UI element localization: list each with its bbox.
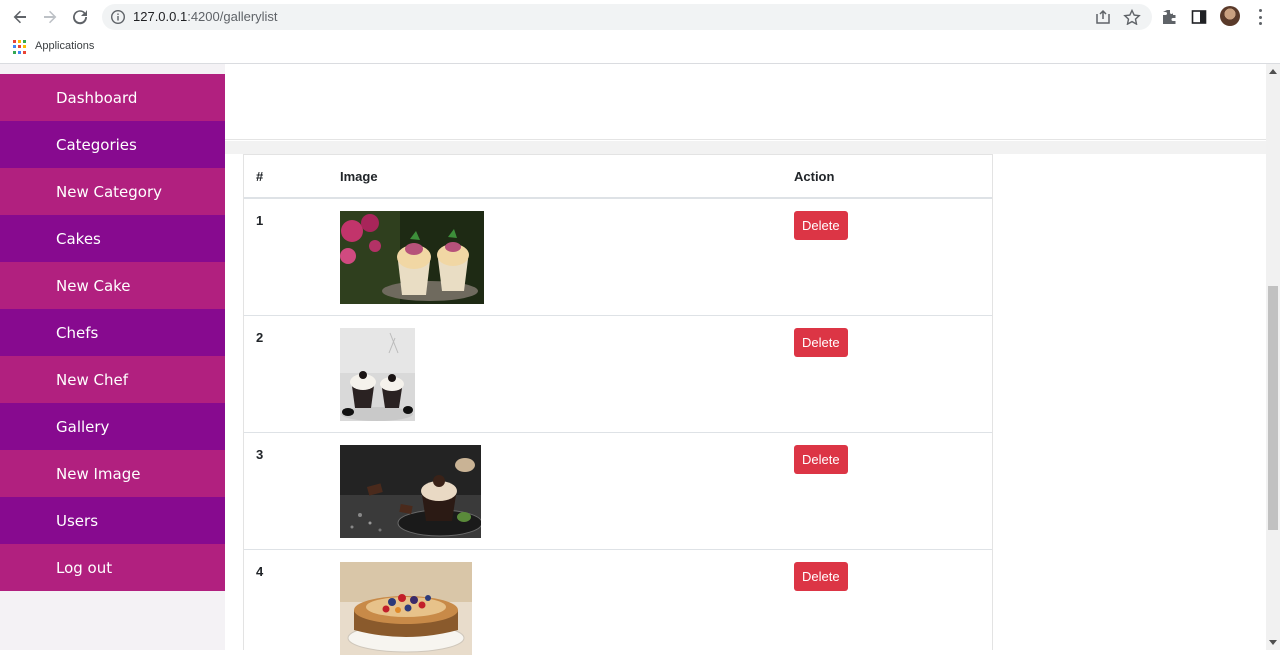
- page-scrollbar[interactable]: [1266, 64, 1280, 650]
- row-action-cell: Delete: [782, 548, 992, 666]
- section-divider: [225, 141, 1266, 154]
- delete-button[interactable]: Delete: [794, 444, 848, 474]
- gallery-image-chocolate-cupcakes-white: [340, 327, 415, 421]
- sidebar-item-users[interactable]: Users: [0, 497, 225, 544]
- sidebar-item-log-out[interactable]: Log out: [0, 544, 225, 591]
- gallery-image-chocolate-cupcake-dark: [340, 444, 481, 538]
- back-icon[interactable]: [8, 6, 32, 28]
- url-path: :4200/gallerylist: [187, 9, 278, 24]
- delete-button[interactable]: Delete: [794, 211, 848, 240]
- bookmarks-bar: Applications: [0, 36, 1280, 58]
- profile-avatar[interactable]: [1220, 6, 1240, 26]
- delete-button[interactable]: Delete: [794, 561, 848, 591]
- browser-chrome: 127.0.0.1:4200/gallerylist Applications: [0, 0, 1280, 64]
- forward-icon[interactable]: [38, 6, 62, 28]
- table-row: 2 Delete: [244, 314, 992, 432]
- table-row: 4 Delete: [244, 548, 992, 666]
- url-text: 127.0.0.1:4200/gallerylist: [133, 9, 278, 24]
- table-row: 1 Delete: [244, 197, 992, 315]
- sidebar-item-categories[interactable]: Categories: [0, 121, 225, 168]
- sidebar-item-new-category[interactable]: New Category: [0, 168, 225, 215]
- row-number: 1: [244, 197, 328, 315]
- column-header-number: #: [244, 155, 328, 199]
- gallery-image-berry-pancake-cake: [340, 561, 472, 655]
- sidebar-item-dashboard[interactable]: Dashboard: [0, 74, 225, 121]
- row-image-cell: [328, 431, 782, 549]
- row-action-cell: Delete: [782, 314, 992, 432]
- info-icon[interactable]: [110, 9, 126, 25]
- sidebar-item-new-image[interactable]: New Image: [0, 450, 225, 497]
- browser-menu-icon[interactable]: [1253, 8, 1267, 26]
- address-bar[interactable]: 127.0.0.1:4200/gallerylist: [102, 4, 1152, 30]
- column-header-action: Action: [782, 155, 992, 199]
- sidebar-item-new-cake[interactable]: New Cake: [0, 262, 225, 309]
- scrollbar-thumb[interactable]: [1268, 286, 1278, 530]
- apps-grid-icon[interactable]: [13, 40, 27, 54]
- sidebar-item-chefs[interactable]: Chefs: [0, 309, 225, 356]
- sidebar-item-new-chef[interactable]: New Chef: [0, 356, 225, 403]
- gallery-image-cupcakes-with-flowers: [340, 211, 484, 304]
- bookmark-star-icon[interactable]: [1123, 9, 1141, 25]
- scroll-up-arrow-icon[interactable]: [1269, 69, 1277, 74]
- sidebar-menu: Dashboard Categories New Category Cakes …: [0, 74, 225, 591]
- row-number: 2: [244, 314, 328, 432]
- table-row: 3 Delete: [244, 431, 992, 549]
- row-number: 4: [244, 548, 328, 666]
- bookmark-applications[interactable]: Applications: [35, 40, 94, 52]
- row-image-cell: [328, 314, 782, 432]
- sidebar-item-cakes[interactable]: Cakes: [0, 215, 225, 262]
- row-image-cell: [328, 197, 782, 315]
- page-header: [225, 64, 1266, 140]
- share-icon[interactable]: [1094, 9, 1112, 25]
- scroll-down-arrow-icon[interactable]: [1269, 640, 1277, 645]
- row-action-cell: Delete: [782, 431, 992, 549]
- table-header-row: # Image Action: [244, 155, 992, 199]
- row-action-cell: Delete: [782, 197, 992, 315]
- sidebar: Dashboard Categories New Category Cakes …: [0, 64, 225, 650]
- browser-toolbar: 127.0.0.1:4200/gallerylist: [0, 0, 1280, 34]
- gallery-table-container: # Image Action 1 Delete 2 Delete 3 Delet…: [243, 154, 993, 666]
- url-host: 127.0.0.1: [133, 9, 188, 24]
- extensions-icon[interactable]: [1160, 8, 1178, 26]
- row-number: 3: [244, 431, 328, 549]
- side-panel-icon[interactable]: [1190, 8, 1208, 26]
- reload-icon[interactable]: [68, 6, 92, 28]
- sidebar-item-gallery[interactable]: Gallery: [0, 403, 225, 450]
- gallery-table: # Image Action 1 Delete 2 Delete 3 Delet…: [244, 155, 992, 666]
- row-image-cell: [328, 548, 782, 666]
- delete-button[interactable]: Delete: [794, 327, 848, 357]
- column-header-image: Image: [328, 155, 782, 199]
- main-content: # Image Action 1 Delete 2 Delete 3 Delet…: [225, 64, 1266, 666]
